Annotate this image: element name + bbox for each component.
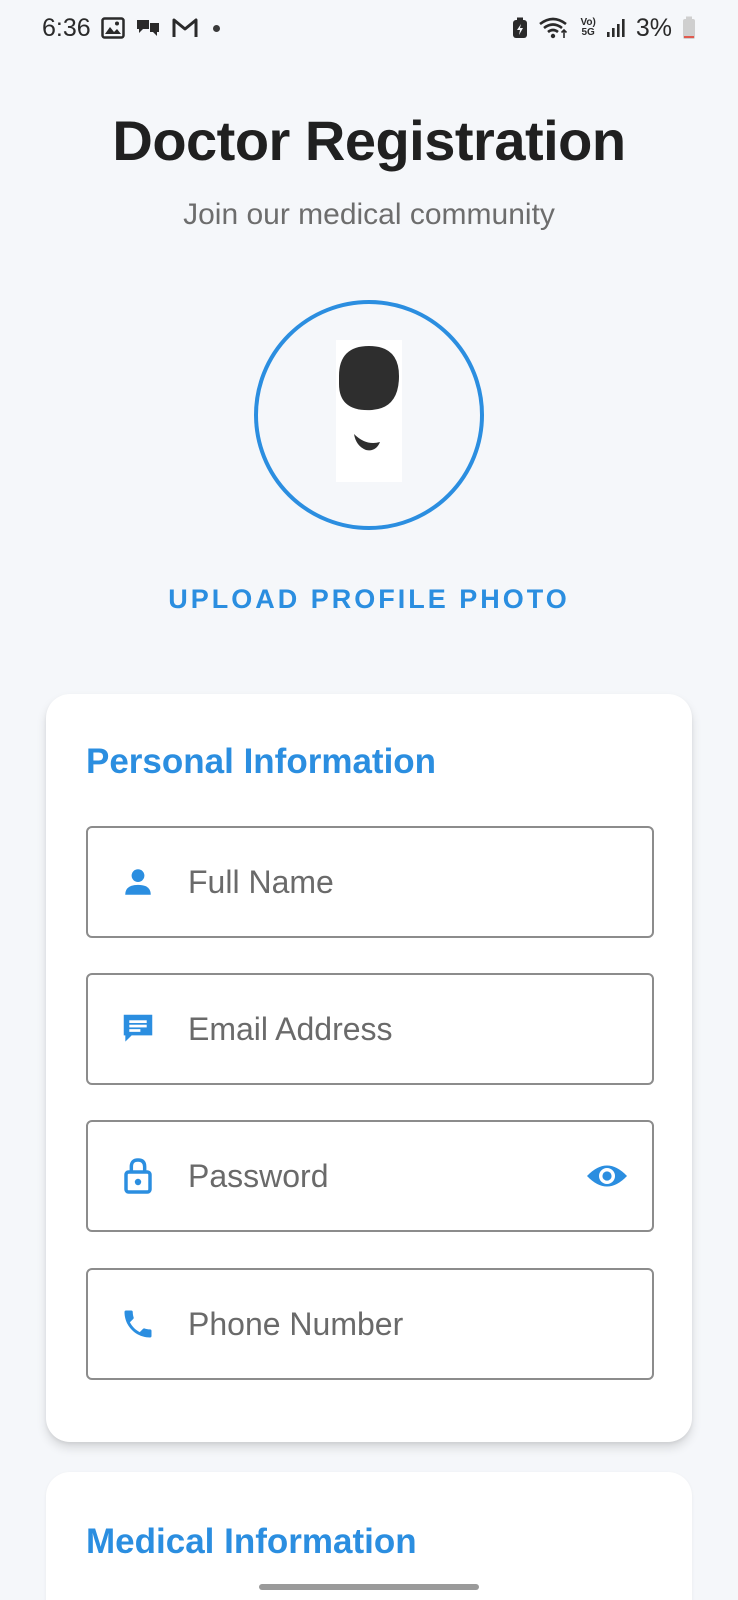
profile-photo-placeholder xyxy=(336,340,402,482)
medical-information-card: Medical Information xyxy=(46,1472,692,1600)
email-address-placeholder: Email Address xyxy=(188,1010,393,1047)
signal-icon xyxy=(606,18,626,38)
more-notifications-dot-icon xyxy=(212,24,220,32)
default-avatar-icon xyxy=(339,346,399,451)
network-type-label: 5G xyxy=(581,27,595,38)
status-bar-right: Vo) 5G 3% xyxy=(512,14,696,43)
message-icon xyxy=(118,1009,158,1049)
personal-information-heading: Personal Information xyxy=(86,742,437,781)
chat-notification-icon xyxy=(135,17,161,39)
full-name-placeholder: Full Name xyxy=(188,863,334,900)
status-bar: 6:36 Vo) 5G 3% xyxy=(0,0,738,56)
registration-screen: 6:36 Vo) 5G 3% Doctor Registration Join … xyxy=(0,0,738,1600)
page-subtitle: Join our medical community xyxy=(183,198,555,231)
battery-percent: 3% xyxy=(635,13,672,42)
personal-information-card: Personal Information Full Name Email Add… xyxy=(46,694,692,1442)
status-time: 6:36 xyxy=(42,13,91,42)
battery-icon xyxy=(682,16,696,40)
phone-icon xyxy=(118,1304,158,1344)
eye-icon[interactable] xyxy=(584,1156,630,1196)
lock-icon xyxy=(118,1156,158,1196)
page-title: Doctor Registration xyxy=(112,109,626,172)
wifi-icon xyxy=(538,16,570,40)
email-address-field[interactable]: Email Address xyxy=(86,973,654,1085)
gallery-notification-icon xyxy=(100,17,125,39)
password-field[interactable]: Password xyxy=(86,1120,654,1232)
volte-icon: Vo) 5G xyxy=(580,18,595,38)
battery-saver-icon xyxy=(512,17,528,39)
medical-information-heading: Medical Information xyxy=(86,1522,417,1561)
gmail-notification-icon xyxy=(171,17,199,39)
phone-number-placeholder: Phone Number xyxy=(188,1305,404,1342)
full-name-field[interactable]: Full Name xyxy=(86,826,654,938)
person-icon xyxy=(118,862,158,902)
home-indicator[interactable] xyxy=(259,1584,479,1590)
upload-profile-photo-button[interactable]: UPLOAD PROFILE PHOTO xyxy=(0,584,738,615)
status-bar-left: 6:36 xyxy=(42,14,220,43)
password-placeholder: Password xyxy=(188,1157,329,1194)
phone-number-field[interactable]: Phone Number xyxy=(86,1268,654,1380)
